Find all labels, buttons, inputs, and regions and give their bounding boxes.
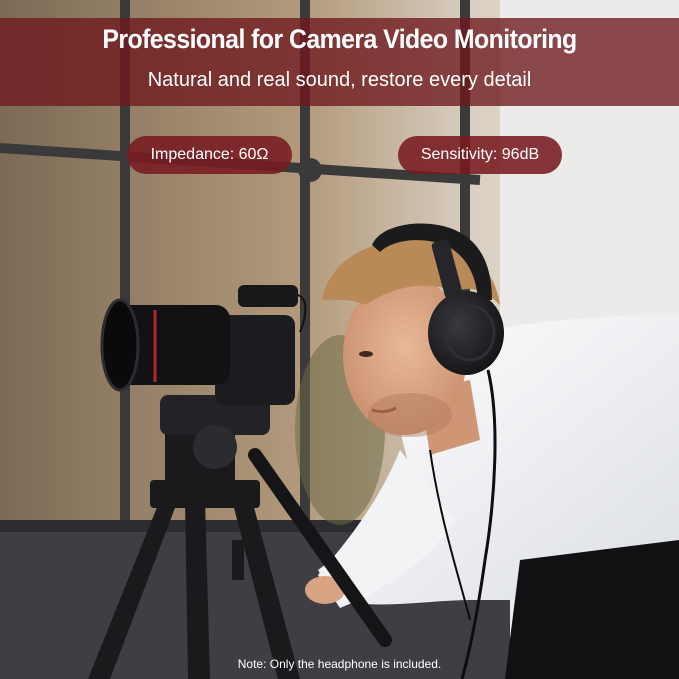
man-eye [359,351,373,357]
impedance-badge: Impedance: 60Ω [127,136,292,174]
tripod-knob [193,425,237,469]
page-title: Professional for Camera Video Monitoring [102,24,577,54]
page-subtitle: Natural and real sound, restore every de… [147,69,532,91]
window-joint [298,158,322,182]
man-beard [368,393,452,437]
camera-microphone [238,285,298,307]
footer-note: Note: Only the headphone is included. [237,657,442,671]
camera-lens-front [100,298,140,392]
product-image: Professional for Camera Video Monitoring… [0,0,679,679]
sensitivity-badge: Sensitivity: 96dB [398,136,562,174]
